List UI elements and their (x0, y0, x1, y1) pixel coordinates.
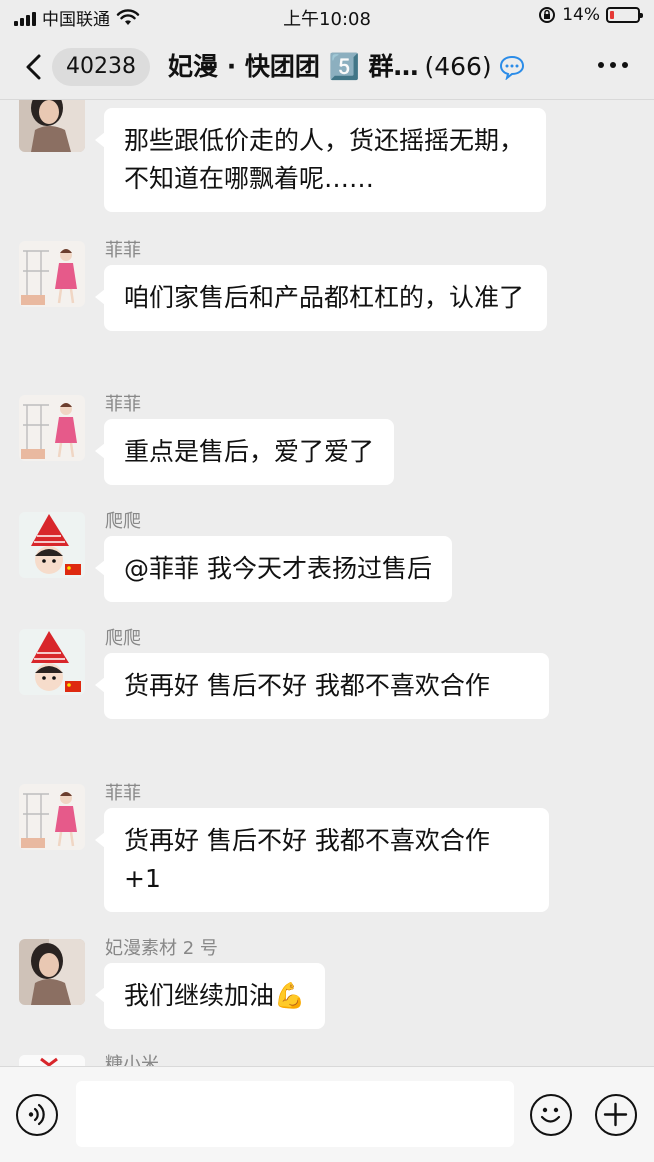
status-bar: 中国联通 上午10:08 14% (0, 0, 654, 34)
sender-name: 糖小米 (105, 1054, 159, 1066)
emoji-icon[interactable] (530, 1094, 572, 1136)
message-bubble[interactable]: 货再好 售后不好 我都不喜欢合作 (95, 653, 549, 719)
orientation-lock-icon (539, 7, 556, 23)
message-bubble[interactable]: 货再好 售后不好 我都不喜欢合作 +1 (95, 808, 549, 912)
message-text: 重点是售后，爱了爱了 (124, 437, 375, 466)
input-bar (0, 1066, 654, 1162)
chat-title[interactable]: 妃漫 · 快团团 5️⃣ 群… (466) (168, 48, 528, 86)
avatar[interactable] (19, 395, 85, 461)
avatar[interactable] (19, 512, 85, 578)
status-right: 14% (538, 5, 643, 25)
message-text: @菲菲 我今天才表扬过售后 (124, 554, 432, 583)
back-icon[interactable] (20, 52, 50, 82)
battery-icon (606, 7, 643, 23)
avatar-red-hat-icon (19, 629, 85, 695)
avatar[interactable] (19, 241, 85, 307)
avatar[interactable] (19, 1055, 85, 1066)
chat-bubble-icon (499, 55, 524, 80)
avatar[interactable] (19, 939, 85, 1005)
plus-icon[interactable] (595, 1094, 637, 1136)
message-text: 货再好 售后不好 我都不喜欢合作 (124, 671, 490, 700)
group-name: 妃漫 · 快团团 5️⃣ 群… (168, 52, 419, 81)
message-bubble[interactable]: 重点是售后，爱了爱了 (94, 419, 395, 485)
avatar-partial-icon (19, 1055, 85, 1066)
avatar[interactable] (19, 629, 85, 695)
more-icon[interactable] (598, 62, 628, 68)
avatar-woman-photo-icon (19, 100, 85, 152)
avatar-cartoon-girl-icon (19, 241, 85, 307)
unread-badge[interactable]: 40238 (52, 48, 150, 86)
sender-name: 菲菲 (105, 783, 141, 804)
sender-name: 爬爬 (105, 628, 141, 649)
voice-wave-icon (28, 1103, 45, 1126)
sender-name: 菲菲 (105, 394, 141, 415)
avatar[interactable] (19, 784, 85, 850)
message-text: 那些跟低价走的人，货还摇摇无期，不知道在哪飘着呢…… (124, 126, 525, 193)
avatar-cartoon-girl-icon (19, 784, 85, 850)
member-count: (466) (424, 52, 492, 81)
nav-bar: 40238 妃漫 · 快团团 5️⃣ 群… (466) (0, 34, 654, 100)
message-text: 我们继续加油💪 (124, 981, 306, 1010)
avatar-red-hat-icon (19, 512, 85, 578)
avatar-cartoon-girl-icon (19, 395, 85, 461)
message-text: 货再好 售后不好 我都不喜欢合作 +1 (124, 826, 490, 893)
chat-area[interactable]: 那些跟低价走的人，货还摇摇无期，不知道在哪飘着呢…… 菲菲 咱们家售后和产品都杠… (0, 100, 654, 1066)
message-text: 咱们家售后和产品都杠杠的，认准了 (124, 283, 525, 312)
message-bubble[interactable]: 我们继续加油💪 (94, 963, 326, 1029)
avatar-woman-photo-icon (19, 939, 85, 1005)
message-bubble[interactable]: 咱们家售后和产品都杠杠的，认准了 (95, 265, 547, 331)
smiley-face-icon (540, 1107, 561, 1123)
sender-name: 妃漫素材 2 号 (105, 938, 218, 959)
sender-name: 菲菲 (105, 240, 141, 261)
sender-name: 爬爬 (105, 511, 141, 532)
message-bubble[interactable]: 那些跟低价走的人，货还摇摇无期，不知道在哪飘着呢…… (95, 108, 546, 212)
message-bubble[interactable]: @菲菲 我今天才表扬过售后 (95, 536, 452, 602)
voice-icon[interactable] (16, 1094, 58, 1136)
battery-percent: 14% (562, 5, 600, 25)
plus-sign-icon (603, 1102, 628, 1127)
avatar[interactable] (19, 100, 85, 152)
message-input[interactable] (76, 1081, 514, 1147)
